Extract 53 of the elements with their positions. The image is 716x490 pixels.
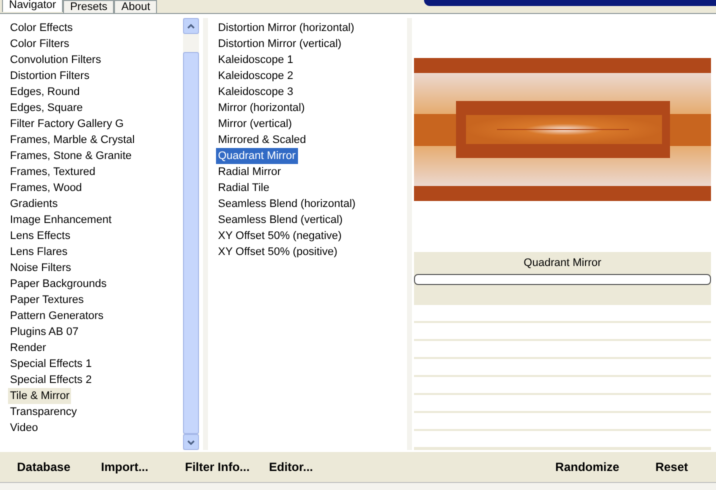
list-item[interactable]: Transparency <box>8 404 79 420</box>
list-item[interactable]: Render <box>8 340 48 356</box>
list-item[interactable]: XY Offset 50% (positive) <box>216 244 340 260</box>
list-item[interactable]: Kaleidoscope 1 <box>216 52 296 68</box>
list-item[interactable]: Gradients <box>8 196 60 212</box>
list-item[interactable]: Lens Flares <box>8 244 70 260</box>
list-item[interactable]: Pattern Generators <box>8 308 106 324</box>
list-item[interactable]: Paper Textures <box>8 292 86 308</box>
list-item[interactable]: Frames, Marble & Crystal <box>8 132 137 148</box>
list-item[interactable]: Mirror (horizontal) <box>216 100 307 116</box>
list-item[interactable]: Video <box>8 420 40 436</box>
list-item[interactable]: Color Effects <box>8 20 75 36</box>
list-item[interactable]: Distortion Filters <box>8 68 92 84</box>
list-item[interactable]: Image Enhancement <box>8 212 114 228</box>
filter-name-label: Quadrant Mirror <box>522 256 602 271</box>
list-item[interactable]: Distortion Mirror (vertical) <box>216 36 344 52</box>
toolbar-button[interactable]: Editor... <box>269 458 353 476</box>
tab[interactable]: About <box>114 0 158 13</box>
tab[interactable]: Presets <box>63 0 114 13</box>
list-item[interactable]: Seamless Blend (vertical) <box>216 212 345 228</box>
list-item[interactable]: Kaleidoscope 3 <box>216 84 296 100</box>
list-item[interactable]: Radial Mirror <box>216 164 283 180</box>
toolbar-button[interactable]: Import... <box>101 458 185 476</box>
toolbar-button[interactable]: Randomize <box>555 458 620 476</box>
list-item[interactable]: XY Offset 50% (negative) <box>216 228 344 244</box>
list-item[interactable]: Convolution Filters <box>8 52 104 68</box>
list-item[interactable]: Kaleidoscope 2 <box>216 68 296 84</box>
list-item[interactable]: Tile & Mirror <box>8 388 72 404</box>
list-item[interactable]: Radial Tile <box>216 180 272 196</box>
list-item[interactable]: Filter Factory Gallery G <box>8 116 126 132</box>
list-item[interactable]: Quadrant Mirror <box>216 148 298 164</box>
scroll-down-icon[interactable] <box>182 434 199 450</box>
list-item[interactable]: Frames, Textured <box>8 164 98 180</box>
list-item[interactable]: Special Effects 1 <box>8 356 94 372</box>
list-item[interactable]: Edges, Round <box>8 84 82 100</box>
scroll-up-icon[interactable] <box>182 18 199 34</box>
list-item[interactable]: Noise Filters <box>8 260 74 276</box>
list-item[interactable]: Frames, Wood <box>8 180 84 196</box>
list-item[interactable]: Color Filters <box>8 36 72 52</box>
tab[interactable]: Navigator <box>2 0 64 12</box>
list-item[interactable]: Lens Effects <box>8 228 72 244</box>
list-item[interactable]: Seamless Blend (horizontal) <box>216 196 358 212</box>
toolbar-button[interactable]: Reset <box>655 458 688 476</box>
list-item[interactable]: Special Effects 2 <box>8 372 94 388</box>
toolbar-button[interactable]: Database <box>17 458 101 476</box>
toolbar-button[interactable]: Filter Info... <box>185 458 269 476</box>
list-item[interactable]: Plugins AB 07 <box>8 324 80 340</box>
list-item[interactable]: Edges, Square <box>8 100 85 116</box>
list-item[interactable]: Paper Backgrounds <box>8 276 109 292</box>
list-item[interactable]: Frames, Stone & Granite <box>8 148 134 164</box>
list-item[interactable]: Mirrored & Scaled <box>216 132 308 148</box>
list-item[interactable]: Distortion Mirror (horizontal) <box>216 20 356 36</box>
list-item[interactable]: Mirror (vertical) <box>216 116 294 132</box>
